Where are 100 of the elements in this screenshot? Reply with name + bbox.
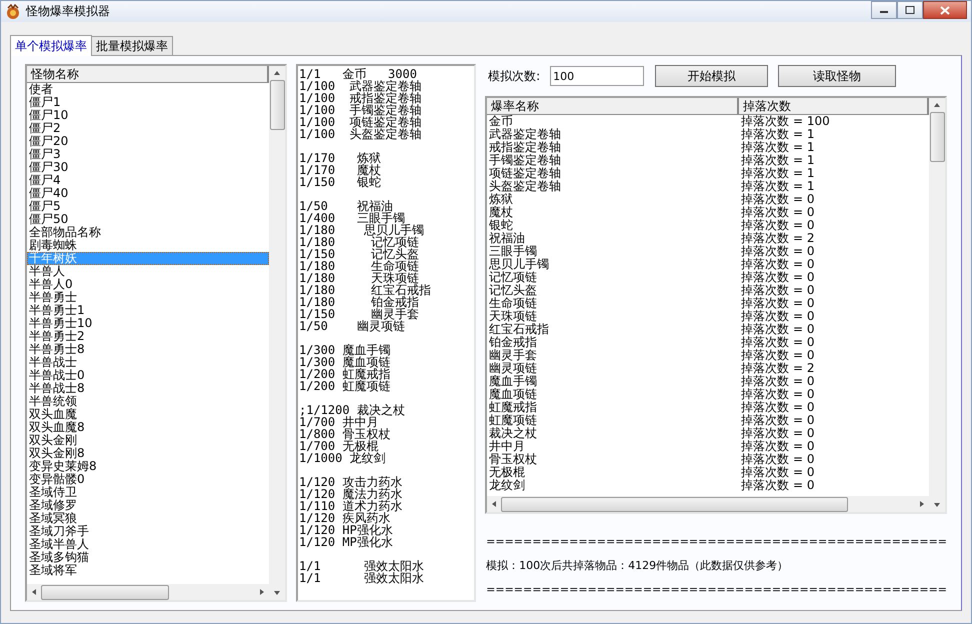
script-line: 1/120 MP强化水: [299, 536, 394, 548]
list-item[interactable]: 僵尸50: [27, 213, 269, 226]
list-item[interactable]: 变异史莱姆8: [27, 460, 269, 473]
script-line: 1/150 幽灵手套: [299, 308, 420, 320]
table-cell-text: 掉落次数 = 0: [740, 245, 816, 258]
list-item[interactable]: 僵尸3: [27, 148, 269, 161]
table-cell-text: 掉落次数 = 1: [740, 167, 816, 180]
list-item[interactable]: 半兽人0: [27, 278, 269, 291]
list-item[interactable]: 双头血魔8: [27, 421, 269, 434]
list-item[interactable]: 圣域冥狼: [27, 512, 269, 525]
list-item[interactable]: 圣域将军: [27, 564, 269, 577]
list-item[interactable]: 圣域多钩猫: [27, 551, 269, 564]
action-button[interactable]: 开始模拟: [655, 65, 768, 87]
table-cell-text: 手镯鉴定卷轴: [488, 154, 562, 167]
table-cell-text: 幽灵手套: [488, 349, 538, 362]
scroll-left-icon[interactable]: [32, 589, 36, 595]
list-item[interactable]: 半兽勇士: [27, 291, 269, 304]
list-item[interactable]: 半兽统领: [27, 395, 269, 408]
list-item[interactable]: 僵尸10: [27, 109, 269, 122]
vertical-scrollbar[interactable]: [929, 98, 945, 512]
list-item[interactable]: 半兽战士8: [27, 382, 269, 395]
list-item[interactable]: 变异骷髅0: [27, 473, 269, 486]
maximize-button[interactable]: [897, 1, 923, 19]
table-cell-text: 戒指鉴定卷轴: [488, 141, 562, 154]
tab[interactable]: 单个模拟爆率: [10, 35, 92, 56]
list-item[interactable]: 半兽勇士1: [27, 304, 269, 317]
scroll-up-icon[interactable]: [274, 71, 280, 75]
count-input[interactable]: 100: [550, 66, 644, 86]
list-item[interactable]: 双头金刚: [27, 434, 269, 447]
window-title: 怪物爆率模拟器: [26, 3, 110, 20]
script-line: 1/180 思贝儿手镯: [299, 224, 426, 236]
list-item[interactable]: 半兽人: [27, 265, 269, 278]
list-item[interactable]: 僵尸2: [27, 122, 269, 135]
table-cell-text: 龙纹剑: [488, 479, 526, 492]
list-item[interactable]: 圣域修罗: [27, 499, 269, 512]
script-line: 1/120 HP强化水: [299, 524, 394, 536]
table-cell-text: 掉落次数 = 0: [740, 271, 816, 284]
table-cell-text: 金币: [488, 115, 514, 128]
action-button[interactable]: 读取怪物: [778, 65, 896, 87]
script-line: 1/1 强效太阳水: [299, 572, 426, 584]
list-item[interactable]: 半兽勇士10: [27, 317, 269, 330]
list-item[interactable]: 剧毒蜘蛛: [27, 239, 269, 252]
list-item[interactable]: 半兽勇士8: [27, 343, 269, 356]
table-cell-text: 掉落次数 = 0: [740, 466, 816, 479]
table-cell-text: 无极棍: [488, 466, 526, 479]
table-cell-text: 祝福油: [488, 232, 526, 245]
scroll-left-icon[interactable]: [492, 501, 496, 507]
scrollbar-thumb[interactable]: [270, 80, 284, 130]
table-cell-text: 掉落次数 = 0: [740, 453, 816, 466]
list-item[interactable]: 全部物品名称: [27, 226, 269, 239]
script-line: 1/180 红宝石戒指: [299, 284, 432, 296]
list-item[interactable]: 圣域半兽人: [27, 538, 269, 551]
table-cell-text: 魔杖: [488, 206, 514, 219]
table-cell-text: 掉落次数 = 0: [740, 336, 816, 349]
list-item[interactable]: 僵尸4: [27, 174, 269, 187]
script-line: 1/800 骨玉权杖: [299, 428, 392, 440]
scroll-right-icon[interactable]: [920, 501, 924, 507]
list-item[interactable]: 僵尸5: [27, 200, 269, 213]
close-button[interactable]: [923, 1, 967, 19]
horizontal-scrollbar[interactable]: [487, 496, 929, 512]
tab[interactable]: 批量模拟爆率: [91, 36, 173, 55]
table-cell-text: 掉落次数 = 1: [740, 141, 816, 154]
vertical-scrollbar[interactable]: [269, 66, 285, 600]
scroll-up-icon[interactable]: [934, 103, 940, 107]
table-cell-text: 掉落次数 = 0: [740, 349, 816, 362]
list-item[interactable]: 半兽战士0: [27, 369, 269, 382]
table-cell-text: 掉落次数 = 0: [740, 388, 816, 401]
list-item[interactable]: 僵尸1: [27, 96, 269, 109]
table-cell-text: 掉落次数 = 0: [740, 219, 816, 232]
drop-script-memo[interactable]: [296, 64, 476, 602]
table-cell-text: 红宝石戒指: [488, 323, 550, 336]
script-line: 1/300 魔血手镯: [299, 344, 392, 356]
list-item[interactable]: 僵尸20: [27, 135, 269, 148]
summary-line: ==================================================: [485, 534, 947, 550]
script-line: 1/180 铂金戒指: [299, 296, 420, 308]
script-line: 1/50 幽灵项链: [299, 320, 405, 332]
scrollbar-thumb[interactable]: [930, 112, 944, 162]
list-item[interactable]: 圣域刀斧手: [27, 525, 269, 538]
table-cell-text: 三眼手镯: [488, 245, 538, 258]
scroll-right-icon[interactable]: [260, 589, 264, 595]
script-line: 1/700 无极棍: [299, 440, 378, 452]
scrollbar-thumb[interactable]: [501, 496, 848, 512]
minimize-button[interactable]: [871, 1, 897, 19]
list-item[interactable]: 僵尸30: [27, 161, 269, 174]
table-cell-text: 掉落次数 = 0: [740, 284, 816, 297]
count-label: 模拟次数:: [488, 68, 542, 84]
list-item[interactable]: 双头金刚8: [27, 447, 269, 460]
scrollbar-thumb[interactable]: [41, 584, 169, 600]
horizontal-scrollbar[interactable]: [27, 584, 269, 600]
list-item[interactable]: 半兽战士: [27, 356, 269, 369]
column-header[interactable]: 爆率名称: [487, 98, 740, 114]
scroll-down-icon[interactable]: [934, 503, 940, 507]
maximize-icon: [905, 6, 915, 14]
list-item[interactable]: 圣域侍卫: [27, 486, 269, 499]
list-item[interactable]: 僵尸40: [27, 187, 269, 200]
scroll-down-icon[interactable]: [274, 591, 280, 595]
list-item[interactable]: 半兽勇士2: [27, 330, 269, 343]
list-item[interactable]: 使者: [27, 83, 269, 96]
table-cell-text: 掉落次数 = 0: [740, 414, 816, 427]
list-item[interactable]: 双头血魔: [27, 408, 269, 421]
